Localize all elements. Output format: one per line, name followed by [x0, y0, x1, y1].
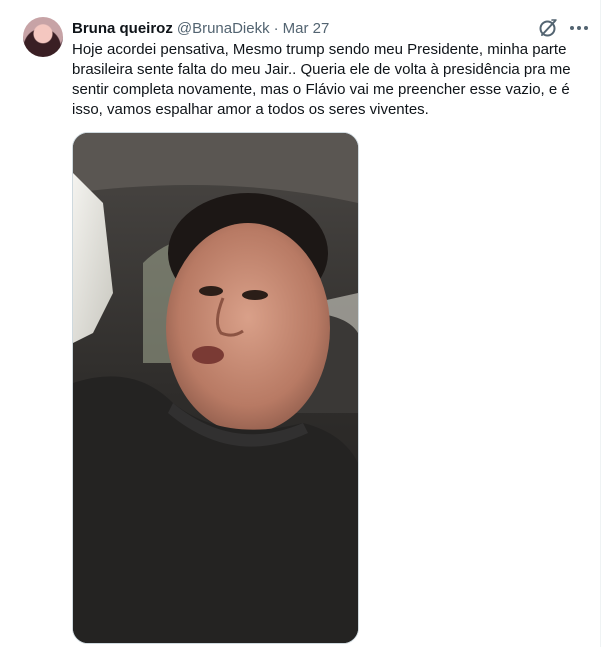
media-photo [73, 133, 358, 643]
tweet-text: Hoje acordei pensativa, Mesmo trump send… [72, 41, 571, 118]
grok-icon [539, 19, 557, 37]
tweet-header: Bruna queiroz @BrunaDiekk · Mar 27 [72, 18, 600, 38]
tweet-card[interactable]: Bruna queiroz @BrunaDiekk · Mar 27 Hoje … [0, 0, 601, 647]
more-icon [570, 26, 588, 30]
display-name[interactable]: Bruna queiroz [72, 20, 173, 37]
avatar[interactable] [23, 17, 63, 57]
user-handle[interactable]: @BrunaDiekk [177, 20, 270, 37]
grok-button[interactable] [536, 16, 560, 40]
tweet-media[interactable] [72, 132, 359, 644]
tweet-date[interactable]: Mar 27 [283, 20, 330, 37]
separator-dot: · [273, 19, 279, 37]
more-button[interactable] [566, 16, 592, 40]
